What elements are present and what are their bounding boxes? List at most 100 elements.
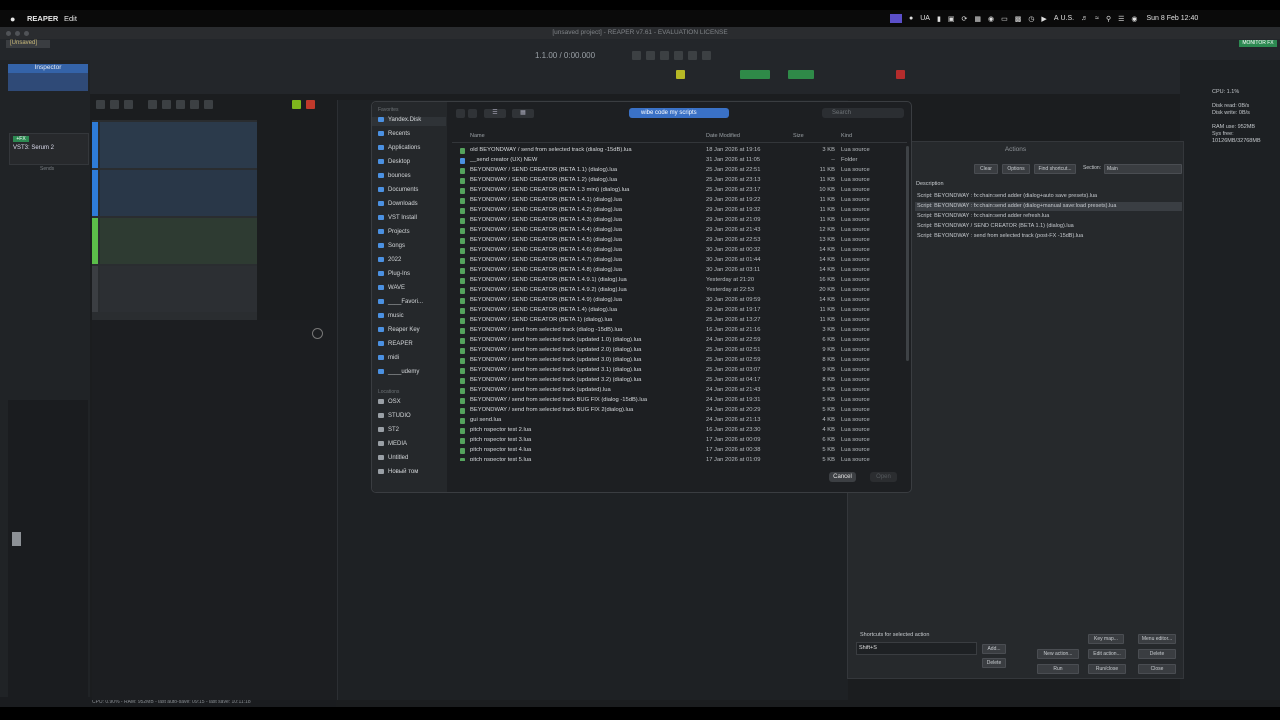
track-tool-icon[interactable]: [176, 100, 185, 109]
sidebar-item-favorite[interactable]: Applications: [378, 145, 420, 154]
track-row[interactable]: [100, 170, 257, 216]
track-row[interactable]: [100, 218, 257, 264]
file-row[interactable]: BEYONDWAY / SEND CREATOR (BETA 1.4.9.1) …: [452, 276, 904, 286]
run-close-button[interactable]: Run/close: [1088, 664, 1126, 674]
screen-record-icon[interactable]: [890, 14, 902, 23]
apple-icon[interactable]: ●: [10, 14, 15, 24]
sidebar-item-favorite[interactable]: Desktop: [378, 159, 410, 168]
record-arm-icon[interactable]: [306, 100, 315, 109]
grid-view-icon[interactable]: ▦: [512, 109, 534, 118]
sidebar-item-favorite[interactable]: bounces: [378, 173, 411, 182]
inspector-tab[interactable]: Inspector: [8, 64, 88, 73]
sidebar-item-favorite[interactable]: 2022: [378, 257, 401, 266]
file-row[interactable]: BEYONDWAY / send from selected track (up…: [452, 376, 904, 386]
back-icon[interactable]: [456, 109, 465, 118]
file-row[interactable]: BEYONDWAY / SEND CREATOR (BETA 1.4.9) (d…: [452, 296, 904, 306]
file-row[interactable]: BEYONDWAY / SEND CREATOR (BETA 1.1) (dia…: [452, 166, 904, 176]
sidebar-item-favorite[interactable]: Plug-Ins: [378, 271, 410, 280]
skip-back-icon[interactable]: [632, 51, 641, 60]
file-row[interactable]: old BEYONDWAY / send from selected track…: [452, 146, 904, 156]
track-tool-icon[interactable]: [96, 100, 105, 109]
file-row[interactable]: BEYONDWAY / SEND CREATOR (BETA 1.3 mini)…: [452, 186, 904, 196]
search-input[interactable]: Search: [822, 108, 904, 118]
sidebar-item-location[interactable]: Новый том: [378, 469, 418, 478]
siri-icon[interactable]: ◉: [1131, 15, 1137, 23]
volume-icon[interactable]: ♬: [1081, 15, 1088, 22]
file-row[interactable]: pitch nspector test 4.lua 17 Jan 2026 at …: [452, 446, 904, 456]
file-list-scrollbar[interactable]: [906, 146, 909, 361]
file-row[interactable]: BEYONDWAY / send from selected track (up…: [452, 356, 904, 366]
file-row[interactable]: pitch nspector test 2.lua 16 Jan 2026 at …: [452, 426, 904, 436]
file-row[interactable]: BEYONDWAY / send from selected track (up…: [452, 336, 904, 346]
play-icon[interactable]: [660, 51, 669, 60]
fx-chain-box[interactable]: +FX VST3: Serum 2: [9, 133, 89, 165]
stop-icon[interactable]: [674, 51, 683, 60]
file-row[interactable]: pitch nspector test 3.lua 17 Jan 2026 at …: [452, 436, 904, 446]
track-tool-icon[interactable]: [110, 100, 119, 109]
file-row[interactable]: BEYONDWAY / send from selected track (up…: [452, 366, 904, 376]
sidebar-item-location[interactable]: MEDIA: [378, 441, 407, 450]
track-tool-icon[interactable]: [124, 100, 133, 109]
sidebar-item-favorite[interactable]: Documents: [378, 187, 418, 196]
inspector-fader-area[interactable]: [8, 400, 88, 700]
key-map-button[interactable]: Key map...: [1088, 634, 1124, 644]
new-action-button[interactable]: New action...: [1037, 649, 1079, 659]
file-row[interactable]: BEYONDWAY / SEND CREATOR (BETA 1.4.9.2) …: [452, 286, 904, 296]
sidebar-item-favorite[interactable]: Downloads: [378, 201, 418, 210]
delete-shortcut-button[interactable]: Delete: [982, 658, 1006, 668]
rewind-icon[interactable]: [646, 51, 655, 60]
play-icon[interactable]: ▶: [1041, 15, 1046, 23]
grid-icon[interactable]: ▦: [974, 15, 981, 23]
inspector-track-info[interactable]: [8, 73, 88, 91]
description-column-header[interactable]: Description: [916, 181, 944, 187]
track-tool-icon[interactable]: [204, 100, 213, 109]
metronome-icon[interactable]: [896, 70, 905, 79]
menu-editor-button[interactable]: Menu editor...: [1138, 634, 1176, 644]
file-row[interactable]: BEYONDWAY / SEND CREATOR (BETA 1.4.4) (d…: [452, 226, 904, 236]
globe-icon[interactable]: ◉: [988, 15, 994, 23]
sidebar-item-favorite[interactable]: Projects: [378, 229, 410, 238]
name-column-header[interactable]: Name: [470, 133, 485, 139]
input-source-label[interactable]: U.S.: [1060, 15, 1074, 22]
track-row[interactable]: [100, 122, 257, 168]
date-column-header[interactable]: Date Modified: [706, 133, 740, 139]
project-tab[interactable]: [Unsaved]: [6, 40, 50, 48]
add-icon[interactable]: [312, 328, 323, 339]
sidebar-item-favorite[interactable]: Songs: [378, 243, 405, 252]
control-center-icon[interactable]: ☰: [1118, 15, 1124, 23]
file-row[interactable]: BEYONDWAY / SEND CREATOR (BETA 1.4) (dia…: [452, 306, 904, 316]
size-column-header[interactable]: Size: [793, 133, 804, 139]
sidebar-item-favorite[interactable]: VST Install: [378, 215, 417, 224]
record-icon[interactable]: [688, 51, 697, 60]
snap-icon[interactable]: [676, 70, 685, 79]
menu-clock[interactable]: Sun 8 Feb 12:40: [1146, 15, 1198, 22]
options-button[interactable]: Options: [1002, 164, 1030, 174]
sidebar-item-favorite[interactable]: Recents: [378, 131, 410, 140]
action-row[interactable]: Script: BEYONDWAY : fx:chain:send adder …: [915, 202, 1182, 211]
shortcut-list[interactable]: Shift+S: [856, 642, 977, 655]
sidebar-item-location[interactable]: OSX: [378, 399, 401, 408]
file-row[interactable]: BEYONDWAY / send from selected track BUG…: [452, 406, 904, 416]
sidebar-item-favorite[interactable]: REAPER: [378, 341, 413, 350]
action-row[interactable]: Script: BEYONDWAY : fx:chain:send adder …: [915, 212, 1182, 221]
sidebar-item-favorite[interactable]: ____Favori...: [378, 299, 423, 308]
file-row[interactable]: gui send.lua 24 Jan 2026 at 21:13 4 KB Lua …: [452, 416, 904, 426]
volume-fader-handle[interactable]: [12, 532, 21, 546]
sidebar-item-favorite[interactable]: midi: [378, 355, 399, 364]
wifi-icon[interactable]: ≈: [1095, 15, 1099, 22]
keyboard-icon[interactable]: A: [1054, 15, 1059, 22]
track-tool-icon[interactable]: [190, 100, 199, 109]
menu-app-name[interactable]: REAPER: [27, 14, 58, 23]
clear-button[interactable]: Clear: [974, 164, 998, 174]
action-row[interactable]: Script: BEYONDWAY / SEND CREATOR (BETA 1…: [915, 222, 1182, 231]
track-color-icon[interactable]: [292, 100, 301, 109]
list-view-icon[interactable]: ☰: [484, 109, 506, 118]
loop-icon[interactable]: [702, 51, 711, 60]
sidebar-item-favorite[interactable]: music: [378, 313, 404, 322]
folder-path-select[interactable]: wibe code my scripts: [629, 108, 729, 118]
open-button[interactable]: Open: [870, 472, 897, 482]
grid-toggle-icon[interactable]: [788, 70, 814, 79]
close-button[interactable]: Close: [1138, 664, 1176, 674]
sidebar-item-favorite[interactable]: Yandex.Disk: [378, 117, 421, 126]
file-row[interactable]: __send creator (UX) NEW 31 Jan 2026 at 11…: [452, 156, 904, 166]
